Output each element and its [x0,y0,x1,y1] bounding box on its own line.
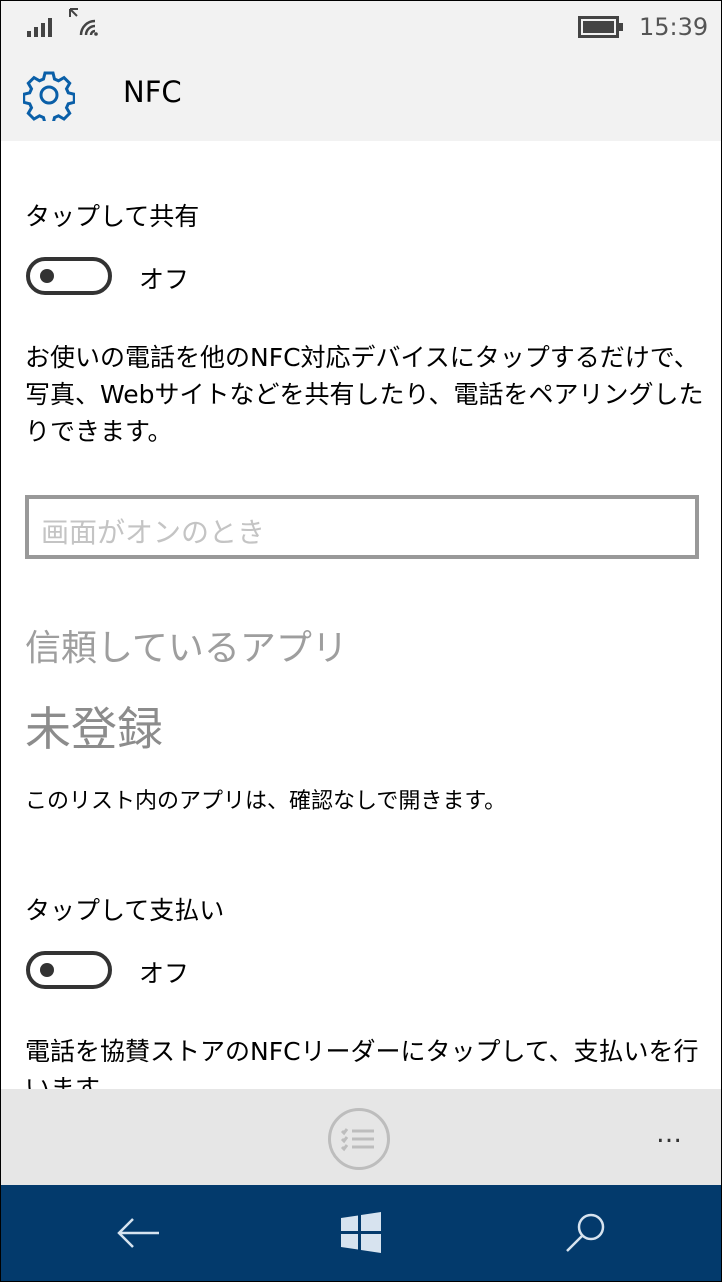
trusted-apps-description: このリスト内のアプリは、確認なしで開きます。 [25,789,507,814]
list-button[interactable] [328,1108,390,1170]
list-icon [340,1128,374,1152]
trusted-apps-empty: 未登録 [25,702,163,756]
page-header: NFC [1,53,721,141]
tap-to-pay-toggle[interactable] [26,951,112,989]
signal-icon [27,18,52,37]
tap-to-share-state: オフ [139,265,190,294]
search-icon[interactable] [561,1209,609,1257]
navigation-bar [1,1185,721,1281]
toggle-knob [40,269,54,283]
dropdown-placeholder: 画面がオンのとき [41,516,266,549]
clock: 15:39 [639,13,709,41]
tap-to-share-description: お使いの電話を他のNFC対応デバイスにタップするだけで、写真、Webサイトなどを… [25,343,704,446]
trusted-apps-heading: 信頼しているアプリ [25,628,348,669]
windows-icon[interactable] [337,1209,385,1257]
settings-content[interactable]: タップして共有 オフ お使いの電話を他のNFC対応デバイスにタップするだけで、写… [1,141,721,1089]
screen-on-dropdown[interactable]: 画面がオンのとき [25,495,699,559]
tap-to-pay-description: 電話を協賛ストアのNFCリーダーにタップして、支払いを行います。 [25,1037,699,1089]
back-icon[interactable] [115,1209,163,1257]
tap-to-pay-state: オフ [139,959,190,988]
more-options-button[interactable]: … [656,1119,684,1149]
battery-icon [578,16,623,38]
toggle-knob [40,963,54,977]
tap-to-share-toggle[interactable] [26,257,112,295]
page-title: NFC [123,75,182,109]
app-bar: … [1,1089,721,1185]
wifi-icon [69,8,98,36]
gear-icon [23,71,75,121]
status-bar: 15:39 [1,1,721,53]
tap-to-share-label: タップして共有 [25,202,200,231]
tap-to-pay-label: タップして支払い [25,896,225,925]
